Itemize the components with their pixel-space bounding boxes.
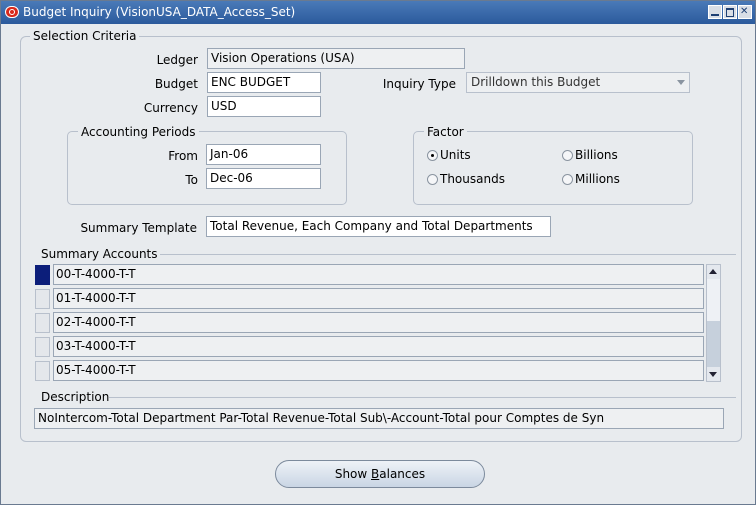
- currency-label: Currency: [143, 101, 198, 115]
- currency-field[interactable]: USD: [207, 96, 321, 117]
- summary-template-label: Summary Template: [80, 221, 197, 235]
- summary-account-row[interactable]: 02-T-4000-T-T: [53, 312, 704, 333]
- maximize-icon[interactable]: [723, 5, 737, 19]
- factor-title: Factor: [424, 125, 467, 139]
- factor-group: [413, 131, 693, 205]
- title-bar[interactable]: Budget Inquiry (VisionUSA_DATA_Access_Se…: [1, 1, 755, 24]
- factor-billions-radio[interactable]: [562, 150, 573, 161]
- summary-account-row[interactable]: 05-T-4000-T-T: [53, 360, 704, 381]
- budget-inquiry-window: Budget Inquiry (VisionUSA_DATA_Access_Se…: [0, 0, 756, 505]
- period-to-field[interactable]: Dec-06: [206, 168, 321, 189]
- selection-criteria-title: Selection Criteria: [30, 29, 140, 43]
- accounts-scrollbar[interactable]: [706, 264, 721, 382]
- summary-account-row[interactable]: 00-T-4000-T-T: [53, 264, 704, 285]
- show-balances-label-suffix: alances: [379, 467, 426, 481]
- budget-field[interactable]: ENC BUDGET: [207, 72, 321, 93]
- scroll-up-icon[interactable]: [707, 265, 720, 279]
- row-selector[interactable]: [35, 265, 50, 285]
- ledger-label: Ledger: [156, 53, 198, 67]
- row-selector[interactable]: [35, 313, 50, 333]
- factor-units-radio[interactable]: [427, 150, 438, 161]
- inquiry-type-select[interactable]: Drilldown this Budget: [466, 72, 690, 93]
- minimize-icon[interactable]: [708, 5, 722, 19]
- to-label: To: [185, 173, 198, 187]
- show-balances-button[interactable]: Show Balances: [275, 460, 485, 488]
- factor-units-label: Units: [440, 148, 471, 162]
- summary-account-row[interactable]: 03-T-4000-T-T: [53, 336, 704, 357]
- factor-billions-label: Billions: [575, 148, 618, 162]
- summary-template-field[interactable]: Total Revenue, Each Company and Total De…: [206, 216, 551, 237]
- budget-label: Budget: [154, 77, 198, 91]
- inquiry-type-value: Drilldown this Budget: [471, 75, 601, 89]
- period-from-field[interactable]: Jan-06: [206, 144, 321, 165]
- close-icon[interactable]: [738, 1, 752, 23]
- oracle-app-icon: [5, 6, 19, 18]
- inquiry-type-label: Inquiry Type: [382, 77, 456, 91]
- window-title: Budget Inquiry (VisionUSA_DATA_Access_Se…: [23, 5, 296, 19]
- ledger-field[interactable]: Vision Operations (USA): [207, 48, 465, 69]
- factor-thousands-label: Thousands: [440, 172, 505, 186]
- selection-criteria-panel: [20, 36, 742, 442]
- row-selector[interactable]: [35, 337, 50, 357]
- scroll-down-icon[interactable]: [707, 367, 720, 381]
- row-selector[interactable]: [35, 289, 50, 309]
- summary-accounts-title: Summary Accounts: [41, 247, 158, 261]
- description-divider: [109, 397, 736, 398]
- row-selector[interactable]: [35, 361, 50, 381]
- summary-account-row[interactable]: 01-T-4000-T-T: [53, 288, 704, 309]
- description-field[interactable]: NoIntercom-Total Department Par-Total Re…: [34, 408, 724, 429]
- show-balances-label-prefix: Show: [334, 467, 372, 481]
- accounting-periods-title: Accounting Periods: [78, 125, 199, 139]
- from-label: From: [168, 149, 198, 163]
- description-title: Description: [41, 390, 110, 404]
- factor-thousands-radio[interactable]: [427, 174, 438, 185]
- chevron-down-icon: [677, 80, 685, 85]
- factor-millions-label: Millions: [575, 172, 620, 186]
- scroll-thumb[interactable]: [707, 279, 720, 321]
- summary-accounts-divider: [160, 254, 736, 255]
- factor-millions-radio[interactable]: [562, 174, 573, 185]
